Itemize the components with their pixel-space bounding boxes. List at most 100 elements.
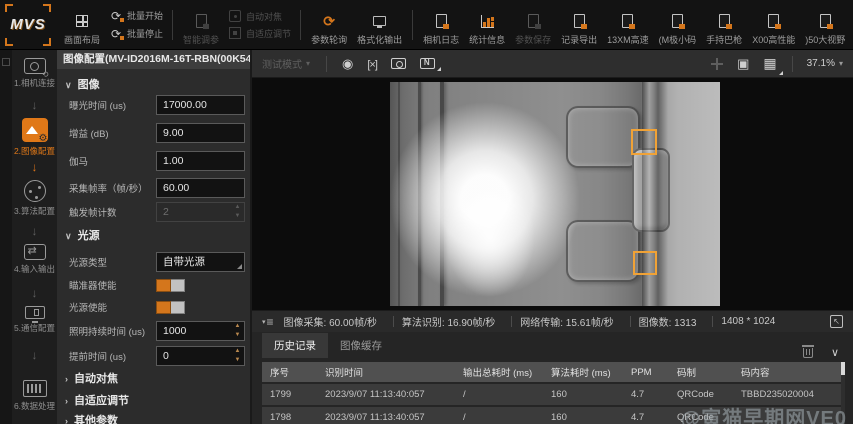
toolbar-divider xyxy=(412,10,413,40)
flow-arrow-icon: ↓ xyxy=(12,286,57,300)
camera-log-button[interactable]: 相机日志 xyxy=(418,4,464,46)
dropdown-corner-icon xyxy=(779,71,783,75)
step-input-output[interactable]: 4.输入输出 xyxy=(12,244,57,275)
format-output-button[interactable]: 格式化输出 xyxy=(352,4,407,46)
tab-image-cache[interactable]: 图像缓存 xyxy=(328,333,394,358)
chevron-right-icon: › xyxy=(65,374,68,384)
toolbar-divider xyxy=(326,56,327,72)
camera-n-icon xyxy=(420,58,435,69)
pan-button[interactable] xyxy=(711,58,723,70)
tab-history-record[interactable]: 历史记录 xyxy=(262,333,328,358)
viewer-status-bar: ▾≡ 图像采集: 60.00帧/秒 算法识别: 16.90帧/秒 网络传输: 1… xyxy=(252,310,853,332)
logo-text: MVS xyxy=(5,16,51,33)
section-light[interactable]: ∨光源 xyxy=(65,227,100,243)
image-frame-button[interactable] xyxy=(737,55,749,73)
light-duration-row: 照明持续时间 (us) 1000 ▲▼ xyxy=(69,321,245,341)
focus-icon xyxy=(228,10,242,22)
record-export-button[interactable]: 记录导出 xyxy=(556,4,602,46)
log-doc-icon xyxy=(436,13,447,30)
trigger-count-row: 触发帧计数 2 ▲▼ xyxy=(69,202,245,222)
preset-13xm-button[interactable]: 13XM高速 xyxy=(602,4,654,46)
roi-box xyxy=(633,251,657,275)
embossed-tab xyxy=(566,220,640,282)
preset-handheld-button[interactable]: 手持巴枪 xyxy=(701,4,747,46)
table-row[interactable]: 1798 2023/9/07 11:13:40:057 / 160 4.7 QR… xyxy=(262,407,845,424)
gamma-row: 伽马 1.00 xyxy=(69,151,245,171)
section-adaptive[interactable]: ›自适应调节 xyxy=(65,392,129,408)
batch-stop-button[interactable]: 批量停止 xyxy=(109,27,163,41)
exposure-input[interactable]: 17000.00 xyxy=(156,95,245,115)
input-output-icon xyxy=(24,244,46,260)
layout-button[interactable]: 画面布局 xyxy=(59,4,105,46)
history-actions: ∨ xyxy=(803,348,839,358)
crosshair-button[interactable] xyxy=(367,55,377,73)
status-menu-icon[interactable]: ▾≡ xyxy=(262,317,274,327)
image-count: 图像数: 1313 xyxy=(639,314,697,329)
test-mode-select[interactable]: 测试模式 xyxy=(262,56,302,71)
light-type-select[interactable]: 自带光源 xyxy=(156,252,245,272)
spinner-icon[interactable]: ▲▼ xyxy=(233,323,242,339)
workflow-sidebar: 1.相机连接 ↓ 2.图像配置 ↓ 3.算法配置 ↓ 4.输入输出 ↓ 5.通信… xyxy=(0,50,57,424)
param-save-button[interactable]: 参数保存 xyxy=(510,4,556,46)
table-scrollbar[interactable] xyxy=(841,362,845,420)
aimer-enable-toggle[interactable] xyxy=(156,279,185,292)
light-enable-toggle[interactable] xyxy=(156,301,185,314)
status-divider xyxy=(511,316,512,327)
section-autofocus[interactable]: ›自动对焦 xyxy=(65,370,118,386)
logo-corner-icon xyxy=(5,4,13,12)
preset-large-fov-button[interactable]: )50大视野 xyxy=(800,4,850,46)
section-image[interactable]: ∨图像 xyxy=(65,76,100,92)
flow-arrow-icon: ↓ xyxy=(12,160,57,174)
toolbar-divider xyxy=(300,10,301,40)
advance-time-input[interactable]: 0 ▲▼ xyxy=(156,346,245,366)
snapshot-button[interactable] xyxy=(391,58,406,69)
gain-input[interactable]: 9.00 xyxy=(156,123,245,143)
batch-start-button[interactable]: 批量开始 xyxy=(109,9,163,23)
barcode-icon xyxy=(23,380,47,397)
auto-focus-button[interactable]: 自动对焦 xyxy=(228,10,291,23)
aimer-enable-row: 瞄准器使能 xyxy=(69,275,245,295)
step-camera-connect[interactable]: 1.相机连接 xyxy=(12,58,57,89)
spinner-icon[interactable]: ▲▼ xyxy=(233,348,242,364)
sidebar-rail xyxy=(0,50,12,424)
zoom-dropdown-icon[interactable]: ▾ xyxy=(839,59,843,68)
smart-tune-button[interactable]: ⚙ 智能调参 xyxy=(178,4,224,46)
monitor-icon xyxy=(373,13,386,30)
mvs-logo: MVS xyxy=(5,4,51,46)
poll-refresh-icon xyxy=(323,13,335,30)
step-communication-config[interactable]: 5.通信配置 xyxy=(12,306,57,334)
trash-icon[interactable] xyxy=(803,348,813,358)
preset-high-performance-button[interactable]: X00高性能 xyxy=(747,4,800,46)
step-data-process[interactable]: 6.数据处理 xyxy=(12,380,57,412)
param-poll-button[interactable]: 参数轮询 xyxy=(306,4,352,46)
table-row[interactable]: 1799 2023/9/07 11:13:40:057 / 160 4.7 QR… xyxy=(262,384,845,405)
continuous-snapshot-button[interactable] xyxy=(420,58,435,69)
framerate-input[interactable]: 60.00 xyxy=(156,178,245,198)
record-button[interactable] xyxy=(342,55,353,73)
light-type-row: 光源类型 自带光源 xyxy=(69,252,245,272)
light-duration-input[interactable]: 1000 ▲▼ xyxy=(156,321,245,341)
status-divider xyxy=(630,316,631,327)
fit-window-icon[interactable]: ↖ xyxy=(830,315,843,328)
light-enable-row: 光源使能 xyxy=(69,297,245,317)
statistics-button[interactable]: 统计信息 xyxy=(464,4,510,46)
exposure-row: 曝光时间 (us) 17000.00 xyxy=(69,95,245,115)
adaptive-adjust-button[interactable]: 自适应调节 xyxy=(228,27,291,40)
chevron-right-icon: › xyxy=(65,396,68,406)
gamma-input[interactable]: 1.00 xyxy=(156,151,245,171)
grid-view-button[interactable] xyxy=(763,55,776,73)
section-other[interactable]: ›其他参数 xyxy=(65,412,118,424)
panel-collapse-icon[interactable] xyxy=(2,58,10,66)
preset-xm-small-code-button[interactable]: (M极小码 xyxy=(654,4,702,46)
collapse-chevron-icon[interactable]: ∨ xyxy=(831,348,839,358)
loop-start-icon xyxy=(109,9,123,23)
status-divider xyxy=(393,316,394,327)
image-config-icon xyxy=(22,118,48,142)
image-config-panel: 图像配置(MV-ID2016M-16T-RBN(00K544921 ∨图像 曝光… xyxy=(57,50,250,424)
viewer-canvas xyxy=(252,78,853,310)
step-image-config[interactable]: 2.图像配置 xyxy=(12,118,57,157)
history-panel: 历史记录 图像缓存 ∨ 序号 识别时间 输出总耗时 (ms) 算法耗时 (ms)… xyxy=(252,332,853,424)
step-algorithm-config[interactable]: 3.算法配置 xyxy=(12,180,57,217)
camera-connect-icon xyxy=(24,58,46,74)
logo-corner-icon xyxy=(5,38,13,46)
